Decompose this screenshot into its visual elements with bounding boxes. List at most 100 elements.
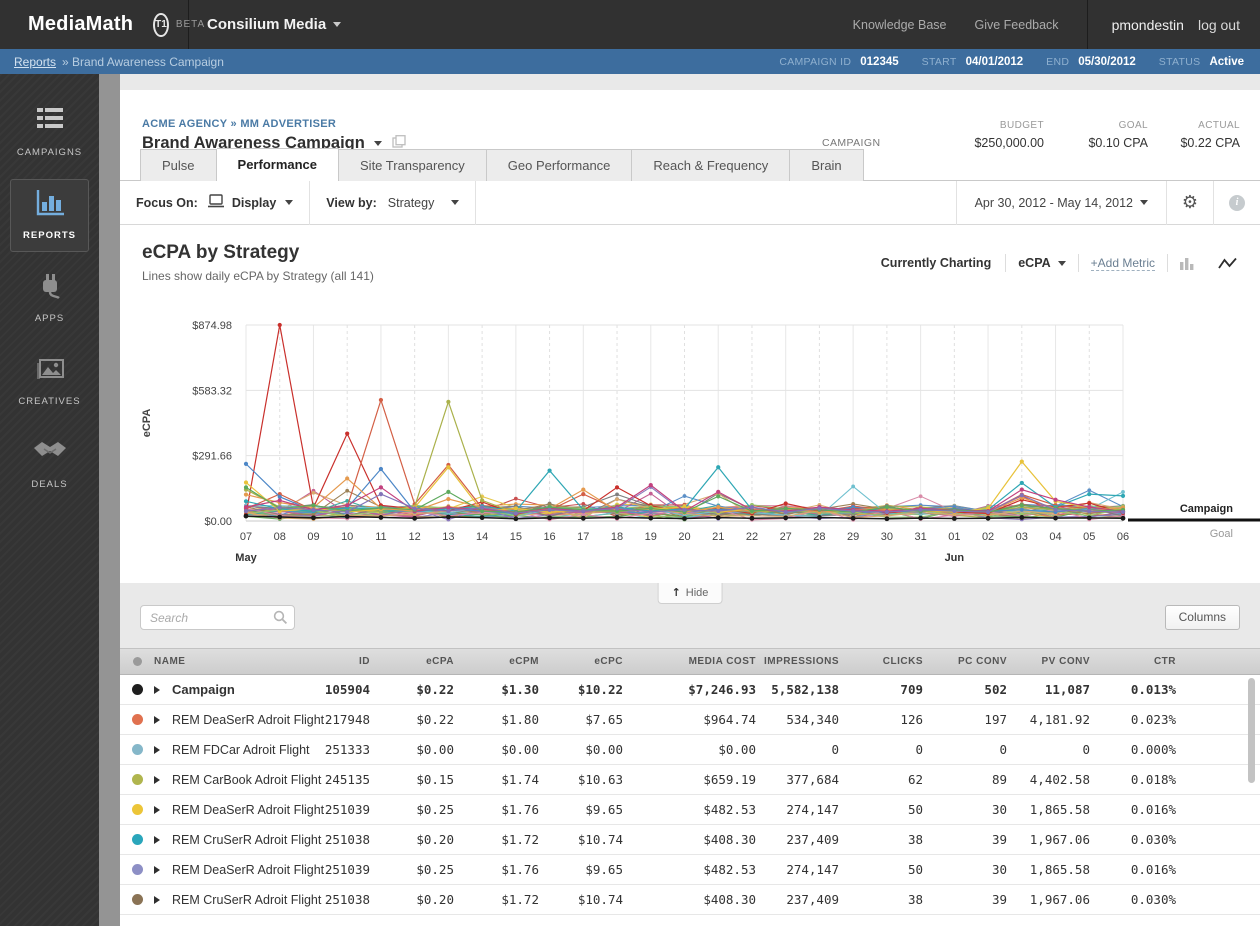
header-dot [132, 657, 142, 666]
column-header-clicks[interactable]: CLICKS [839, 656, 923, 667]
focus-caret-icon [285, 200, 294, 205]
svg-text:30: 30 [881, 531, 893, 543]
sidebar: CAMPAIGNS REPORTS APPS CREATIVES DEALS [0, 74, 99, 926]
column-header-pc-conv[interactable]: PC CONV [923, 656, 1007, 667]
sidebar-item-label: APPS [34, 313, 65, 324]
give-feedback-link[interactable]: Give Feedback [974, 0, 1058, 49]
logout-link[interactable]: log out [1198, 17, 1240, 33]
columns-button[interactable]: Columns [1164, 605, 1240, 630]
settings-button[interactable] [1167, 181, 1213, 224]
row-value: $408.30 [703, 832, 756, 847]
brand-zone: MediaMath T1 BETA [0, 0, 204, 49]
row-value: 1,967.06 [1029, 832, 1090, 847]
expand-caret-icon[interactable] [154, 865, 160, 874]
table-row[interactable]: Campaign 105904 $0.22 $1.30 $10.22 $7,246.93 5… [120, 675, 1260, 705]
column-header-name[interactable]: NAME [154, 656, 286, 667]
gear-icon [1182, 192, 1198, 213]
tab-performance[interactable]: Performance [216, 148, 340, 181]
tab-geo-performance[interactable]: Geo Performance [486, 149, 633, 181]
expand-caret-icon[interactable] [154, 895, 160, 904]
row-value: $0.00 [416, 742, 454, 757]
row-value: 0.016% [1130, 862, 1176, 877]
column-header-ecpc[interactable]: eCPC [539, 656, 623, 667]
reports-breadcrumb-link[interactable]: Reports [14, 55, 56, 69]
table-row[interactable]: REM DeaSerR Adroit Flight 217948 $0.22 $1.8… [120, 705, 1260, 735]
campaign-id-value: 012345 [860, 55, 899, 68]
tab-reach-frequency[interactable]: Reach & Frequency [632, 149, 791, 181]
series-color-dot [131, 804, 143, 815]
hide-chart-button[interactable]: Hide [657, 583, 723, 604]
row-value: $10.74 [577, 832, 623, 847]
svg-text:22: 22 [746, 531, 758, 543]
sidebar-item-reports[interactable]: REPORTS [10, 179, 89, 252]
ecpa-line-chart[interactable]: $874.98 $583.32 $291.66 $0.00 eCPA 07 08 09 10 11… [120, 290, 1260, 583]
column-header-id[interactable]: ID [286, 656, 370, 667]
row-value: 1,967.06 [1029, 892, 1090, 907]
row-value: 126 [900, 712, 923, 727]
table-row[interactable]: REM CruSerR Adroit Flight 251038 $0.20 $1.7… [120, 825, 1260, 855]
row-value: 237,409 [786, 832, 839, 847]
sidebar-item-campaigns[interactable]: CAMPAIGNS [10, 96, 89, 169]
agency-breadcrumb[interactable]: ACME AGENCY » MM ADVERTISER [142, 118, 336, 130]
expand-caret-icon[interactable] [154, 835, 160, 844]
row-value: $0.00 [501, 742, 539, 757]
bar-chart-icon [1180, 258, 1194, 270]
expand-caret-icon[interactable] [154, 745, 160, 754]
sidebar-item-creatives[interactable]: CREATIVES [10, 345, 89, 418]
svg-text:31: 31 [914, 531, 926, 543]
bar-chart-toggle[interactable] [1168, 256, 1207, 270]
table-row[interactable]: REM DeaSerR Adroit Flight 251039 $0.25 $1.7… [120, 795, 1260, 825]
column-header-media-cost[interactable]: MEDIA COST [623, 656, 756, 667]
table-scrollbar-thumb[interactable] [1248, 678, 1255, 783]
table-row[interactable]: REM CruSerR Adroit Flight 251038 $0.20 $1.7… [120, 885, 1260, 915]
line-chart-toggle[interactable] [1207, 257, 1248, 270]
expand-caret-icon[interactable] [154, 685, 160, 694]
chart-controls: Currently Charting eCPA +Add Metric [881, 250, 1248, 276]
svg-text:$0.00: $0.00 [204, 516, 232, 528]
row-value: $0.20 [416, 832, 454, 847]
expand-caret-icon[interactable] [154, 775, 160, 784]
search-box [140, 605, 295, 630]
sidebar-item-deals[interactable]: DEALS [10, 428, 89, 501]
series-color-dot [131, 774, 143, 785]
toolbar-divider [475, 180, 477, 225]
line-chart-icon [1218, 257, 1237, 269]
column-header-impressions[interactable]: IMPRESSIONS [756, 656, 839, 667]
row-value: $10.22 [577, 682, 623, 697]
search-input[interactable] [140, 605, 295, 630]
row-name: REM CruSerR Adroit Flight [172, 892, 322, 907]
row-value: $408.30 [703, 892, 756, 907]
knowledge-base-link[interactable]: Knowledge Base [853, 0, 947, 49]
sidebar-item-apps[interactable]: APPS [10, 262, 89, 335]
tab-brain[interactable]: Brain [790, 149, 864, 181]
strategy-table: NAME ID eCPA eCPM eCPC MEDIA COST IMPRESSIONS C… [120, 648, 1260, 926]
expand-caret-icon[interactable] [154, 805, 160, 814]
view-by-value: Strategy [387, 195, 435, 210]
add-metric-link[interactable]: +Add Metric [1090, 256, 1155, 271]
table-row[interactable]: REM CarBook Adroit Flight 245135 $0.15 $1.7… [120, 765, 1260, 795]
column-header-pv-conv[interactable]: PV CONV [1007, 656, 1090, 667]
budget-label: BUDGET [999, 120, 1044, 131]
table-row[interactable]: REM FDCar Adroit Flight 251333 $0.00 $0.00 $… [120, 735, 1260, 765]
column-header-ecpm[interactable]: eCPM [454, 656, 539, 667]
date-range-selector[interactable]: Apr 30, 2012 - May 14, 2012 [957, 181, 1166, 224]
view-by-dropdown[interactable]: View by: Strategy [310, 181, 475, 224]
tab-site-transparency[interactable]: Site Transparency [339, 149, 487, 181]
svg-text:03: 03 [1016, 531, 1028, 543]
column-header-ctr[interactable]: CTR [1090, 656, 1176, 667]
row-value: 0 [1082, 742, 1090, 757]
view-by-caret-icon [451, 200, 460, 205]
column-header-ecpa[interactable]: eCPA [370, 656, 454, 667]
row-value: 0.023% [1130, 712, 1176, 727]
chart-controls-divider [1077, 254, 1079, 272]
campaign-switcher-caret-icon[interactable] [373, 141, 382, 146]
account-switcher[interactable]: Consilium Media [189, 0, 342, 49]
row-value: 251039 [324, 802, 370, 817]
tab-pulse[interactable]: Pulse [140, 149, 217, 181]
focus-on-dropdown[interactable]: Focus On: Display [120, 181, 309, 224]
metric-dropdown[interactable]: eCPA [1006, 256, 1077, 270]
info-button[interactable]: i [1214, 181, 1260, 224]
table-row[interactable]: REM DeaSerR Adroit Flight 251039 $0.25 $1.7… [120, 855, 1260, 885]
expand-caret-icon[interactable] [154, 715, 160, 724]
focus-on-value: Display [231, 195, 277, 210]
